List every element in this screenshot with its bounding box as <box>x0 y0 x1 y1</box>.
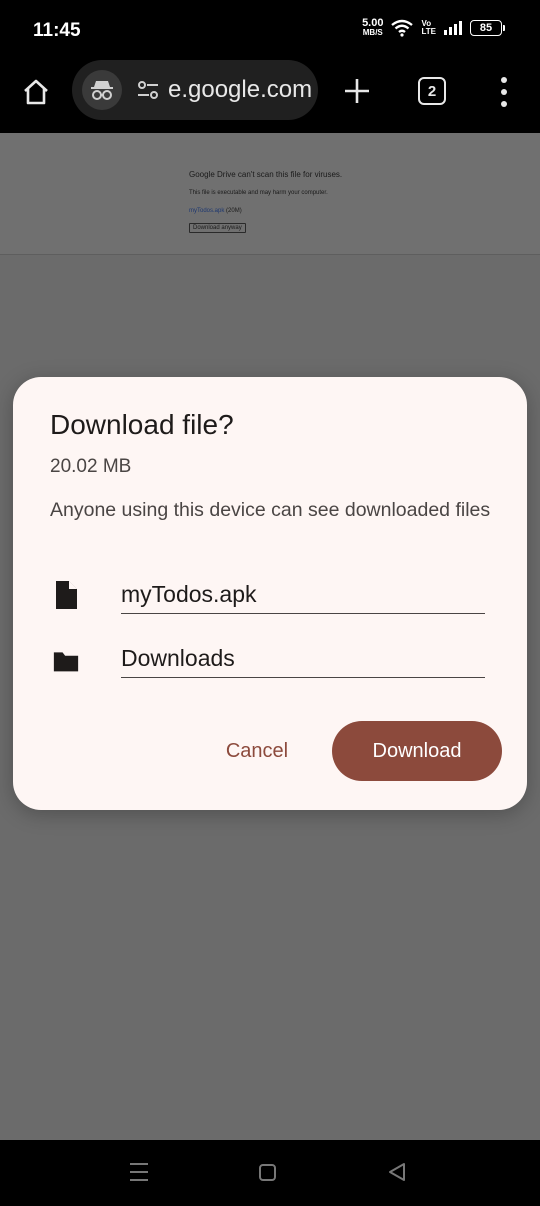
battery-icon: 85 <box>470 20 505 36</box>
file-name-field[interactable]: myTodos.apk <box>121 581 485 614</box>
download-dialog: Download file? 20.02 MB Anyone using thi… <box>13 377 527 810</box>
privacy-note: Anyone using this device can see downloa… <box>50 499 491 521</box>
file-icon <box>56 581 77 609</box>
home-icon <box>24 79 48 105</box>
system-nav-bar <box>0 1140 540 1206</box>
home-nav-button[interactable] <box>259 1164 276 1181</box>
status-time: 11:45 <box>33 20 81 41</box>
web-page-content: Google Drive can't scan this file for vi… <box>0 133 540 255</box>
browser-toolbar: e.google.com 2 <box>0 60 540 133</box>
status-icons: 5.00 MB/S Vo LTE 85 <box>362 17 505 38</box>
new-tab-button[interactable] <box>340 74 374 108</box>
tab-switcher-button[interactable]: 2 <box>418 77 446 105</box>
site-settings-icon[interactable] <box>136 78 160 102</box>
drive-file-info: myTodos.apk (20M) <box>189 208 242 214</box>
dialog-title: Download file? <box>50 409 234 440</box>
tab-count: 2 <box>427 82 437 100</box>
drive-scan-title: Google Drive can't scan this file for vi… <box>189 170 343 179</box>
download-button[interactable]: Download <box>332 721 502 781</box>
back-button[interactable] <box>387 1162 407 1182</box>
signal-icon <box>444 21 462 35</box>
file-size: 20.02 MB <box>50 456 132 477</box>
url-text[interactable]: e.google.com <box>168 76 312 104</box>
volte-indicator: Vo LTE <box>421 20 436 36</box>
folder-icon <box>53 652 79 672</box>
incognito-icon <box>82 70 122 110</box>
volte-bottom: LTE <box>421 27 436 36</box>
more-options-button[interactable] <box>494 74 514 110</box>
drive-file-size: (20M) <box>224 208 242 214</box>
network-speed-value: 5.00 <box>362 17 384 29</box>
network-speed-unit: MB/S <box>362 28 383 37</box>
drive-file-link[interactable]: myTodos.apk <box>189 208 224 214</box>
location-field[interactable]: Downloads <box>121 645 485 678</box>
recents-button[interactable] <box>130 1163 148 1181</box>
network-speed: 5.00 MB/S <box>362 17 384 38</box>
drive-warning-text: This file is executable and may harm you… <box>189 190 328 196</box>
status-bar: 11:45 5.00 MB/S Vo LTE 85 <box>0 0 540 60</box>
address-bar[interactable]: e.google.com <box>72 60 318 120</box>
download-anyway-button[interactable]: Download anyway <box>189 223 246 233</box>
battery-level: 85 <box>479 22 493 34</box>
home-button[interactable] <box>18 74 54 110</box>
cancel-button[interactable]: Cancel <box>207 722 307 780</box>
wifi-icon <box>391 19 414 37</box>
